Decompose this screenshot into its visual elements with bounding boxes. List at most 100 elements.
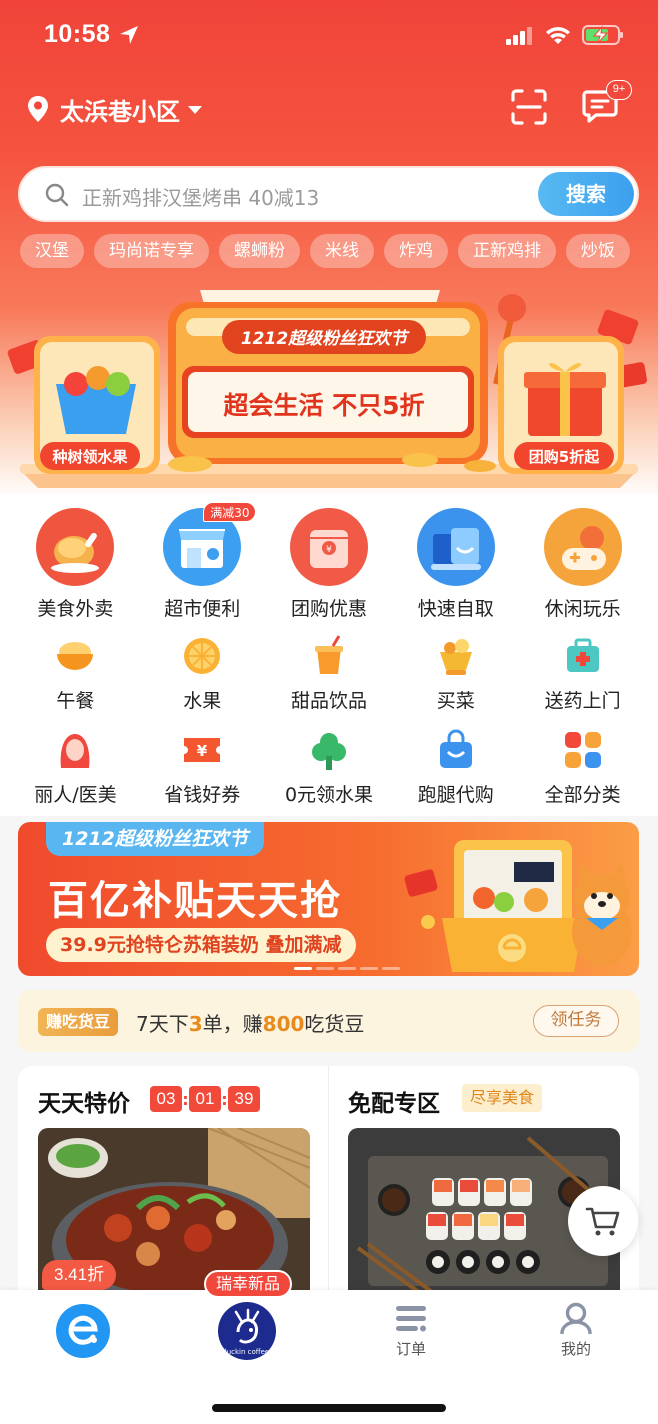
status-bar: 10:58: [0, 0, 658, 72]
category-free-fruit[interactable]: 0元领水果: [266, 728, 393, 807]
carousel-dot: [360, 967, 378, 970]
category-label: 团购优惠: [290, 598, 367, 620]
category-lunch[interactable]: 午餐: [12, 634, 139, 713]
search-button[interactable]: 搜索: [538, 172, 634, 216]
task-text-part: 7天下: [136, 1012, 189, 1036]
gamepad-icon: [543, 508, 622, 586]
luckin-deer-icon: luckin coffee: [225, 1308, 269, 1356]
category-label: 甜品饮品: [290, 690, 367, 712]
carousel-dot: [338, 967, 356, 970]
chicken-leg-icon: [36, 508, 115, 586]
hot-tag[interactable]: 炒饭: [566, 234, 630, 268]
search-bar[interactable]: 正新鸡排汉堡烤串 40减13 搜索: [18, 166, 639, 222]
category-errands[interactable]: 跑腿代购: [392, 728, 519, 807]
hot-tag[interactable]: 炸鸡: [384, 234, 448, 268]
category-all[interactable]: 全部分类: [519, 728, 646, 807]
category-label: 快速自取: [417, 598, 494, 620]
svg-text:¥: ¥: [326, 545, 332, 555]
tab-label: 订单: [395, 1340, 426, 1358]
hot-tag[interactable]: 米线: [310, 234, 374, 268]
category-food-delivery[interactable]: 美食外卖: [12, 508, 139, 621]
cellular-signal-icon: [506, 27, 532, 45]
category-label: 美食外卖: [37, 598, 114, 620]
location-name: 太浜巷小区: [60, 97, 180, 126]
daily-deals-title[interactable]: 天天特价: [38, 1084, 130, 1118]
category-label: 买菜: [436, 690, 475, 712]
discount-tag: 3.41折: [42, 1260, 117, 1290]
category-beauty[interactable]: 丽人/医美: [12, 728, 139, 807]
tab-luckin-coffee[interactable]: luckin coffee: [218, 1302, 276, 1360]
countdown-seconds: 39: [228, 1086, 260, 1112]
drink-cup-icon: [314, 635, 343, 674]
task-text-part: 单，赚: [202, 1012, 263, 1036]
festival-promo-banner[interactable]: 1212超级粉丝狂欢节 超会生活 不只5折 种树领水果 团购5折起: [0, 284, 658, 494]
subsidy-banner[interactable]: 1212超级粉丝狂欢节 百亿补贴天天抢 39.9元抢特仑苏箱装奶 叠加满减: [18, 822, 639, 976]
scan-icon[interactable]: [510, 88, 548, 126]
bean-tag: 赚吃货豆: [38, 1008, 119, 1036]
hot-tag[interactable]: 正新鸡排: [458, 234, 556, 268]
free-delivery-title[interactable]: 免配专区: [348, 1084, 440, 1118]
sub-category-row: 丽人/医美 ¥ 省钱好券 0元领水果 跑腿代购 全部分类: [12, 728, 646, 807]
hot-tag[interactable]: 汉堡: [20, 234, 84, 268]
countdown-hours: 03: [150, 1086, 182, 1112]
battery-charging-icon: [582, 25, 623, 45]
location-selector[interactable]: 太浜巷小区: [26, 92, 202, 126]
countdown-timer: 03 : 01 : 39: [150, 1086, 260, 1112]
category-label: 午餐: [56, 690, 95, 712]
wifi-icon: [546, 27, 570, 44]
subsidy-subtitle: 39.9元抢特仑苏箱装奶 叠加满减: [46, 928, 356, 962]
cart-button[interactable]: [568, 1186, 638, 1256]
yen-coupon-icon: ¥: [184, 738, 221, 762]
category-desserts-drinks[interactable]: 甜品饮品: [266, 634, 393, 713]
pickup-box-icon: [416, 508, 495, 586]
message-badge: 9+: [606, 80, 632, 100]
category-badge: 满减30: [203, 502, 257, 522]
location-pin-icon: [28, 96, 48, 122]
rice-bowl-icon: [57, 642, 94, 670]
bean-task-text: 7天下3单，赚800吃货豆: [136, 1008, 364, 1037]
category-supermarket[interactable]: 满减30 超市便利: [139, 502, 266, 621]
carousel-dots: [294, 967, 400, 970]
search-input[interactable]: 正新鸡排汉堡烤串 40减13: [82, 182, 319, 211]
luckin-logo-text: luckin coffee: [225, 1348, 269, 1356]
store-icon: 满减30: [163, 502, 257, 586]
status-time: 10:58: [44, 20, 111, 48]
category-medicine[interactable]: 送药上门: [519, 634, 646, 713]
festival-title: 1212超级粉丝狂欢节: [241, 329, 410, 349]
coupon-bag-icon: ¥: [289, 508, 368, 586]
task-text-part: 吃货豆: [304, 1012, 365, 1036]
vegetable-basket-icon: [439, 639, 472, 675]
category-group-buy[interactable]: ¥ 团购优惠: [266, 508, 393, 621]
tab-home[interactable]: [56, 1304, 110, 1358]
carousel-dot: [382, 967, 400, 970]
carousel-dot: [316, 967, 334, 970]
tree-icon: [311, 733, 346, 770]
category-fruit[interactable]: 水果: [139, 634, 266, 713]
category-label: 送药上门: [544, 690, 621, 712]
category-pickup[interactable]: 快速自取: [392, 508, 519, 621]
category-coupons[interactable]: ¥ 省钱好券: [139, 728, 266, 807]
claim-task-button[interactable]: 领任务: [533, 1005, 619, 1037]
subsidy-title: 百亿补贴天天抢: [48, 878, 342, 924]
hot-tag[interactable]: 玛尚诺专享: [94, 234, 209, 268]
profile-icon: [560, 1302, 592, 1334]
orange-icon: [184, 638, 221, 674]
category-label: 省钱好券: [164, 784, 241, 806]
category-groceries[interactable]: 买菜: [392, 634, 519, 713]
carousel-dot: [294, 967, 312, 970]
category-leisure[interactable]: 休闲玩乐: [519, 508, 646, 621]
festival-banner-art: 1212超级粉丝狂欢节 超会生活 不只5折 种树领水果 团购5折起: [7, 290, 648, 488]
festival-slogan: 超会生活 不只5折: [223, 391, 424, 420]
tab-profile[interactable]: 我的: [511, 1302, 641, 1359]
tab-label: 我的: [560, 1340, 591, 1358]
hot-search-tags: 汉堡 玛尚诺专享 螺蛳粉 米线 炸鸡 正新鸡排 炒饭: [20, 234, 630, 268]
countdown-separator: :: [221, 1089, 228, 1109]
free-delivery-tag: 尽享美食: [462, 1084, 543, 1112]
tab-orders[interactable]: 订单: [346, 1304, 476, 1359]
shopping-bag-icon: [439, 729, 472, 768]
sub-category-row: 午餐 水果 甜品饮品 买菜 送药上门: [12, 634, 646, 713]
coffee-new-badge: 瑞幸新品: [204, 1270, 293, 1298]
countdown-minutes: 01: [189, 1086, 221, 1112]
cart-icon: [585, 1207, 620, 1236]
hot-tag[interactable]: 螺蛳粉: [219, 234, 300, 268]
